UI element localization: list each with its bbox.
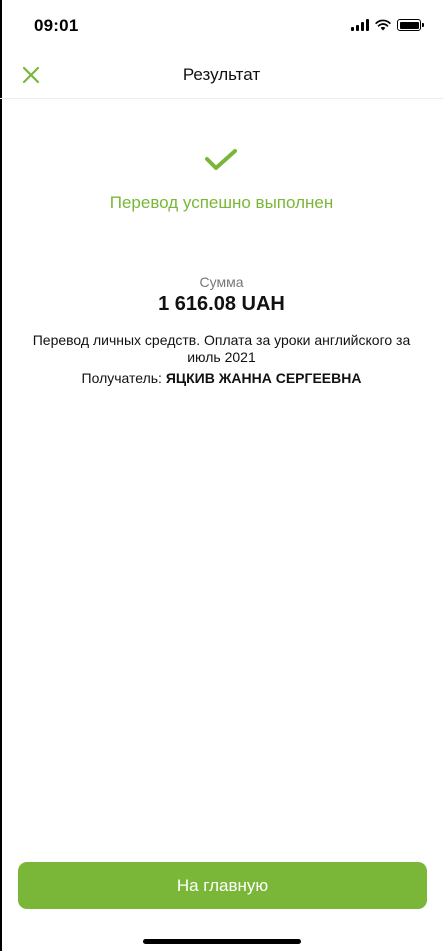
wifi-icon: [375, 19, 391, 31]
recipient-label: Получатель:: [81, 370, 162, 386]
status-icons: [351, 19, 424, 31]
status-time: 09:01: [34, 16, 79, 35]
status-bar: 09:01: [0, 0, 443, 52]
screen-left-edge: [0, 0, 2, 951]
amount-label: Сумма: [199, 274, 244, 290]
success-message: Перевод успешно выполнен: [109, 193, 334, 212]
home-indicator: [143, 939, 301, 944]
recipient-name: ЯЦКИВ ЖАННА СЕРГЕЕВНА: [165, 370, 362, 386]
nav-bar: Результат: [0, 52, 443, 99]
amount-value: 1 616.08 UAH: [158, 293, 285, 315]
checkmark-icon: [205, 149, 237, 170]
recipient-line: Получатель: ЯЦКИВ ЖАННА СЕРГЕЕВНА: [0, 370, 443, 386]
payment-description: Перевод личных средств. Оплата за уроки …: [32, 332, 411, 365]
home-button[interactable]: На главную: [18, 862, 427, 909]
battery-icon: [397, 19, 424, 31]
page-title: Результат: [182, 65, 261, 84]
signal-icon: [351, 19, 369, 31]
